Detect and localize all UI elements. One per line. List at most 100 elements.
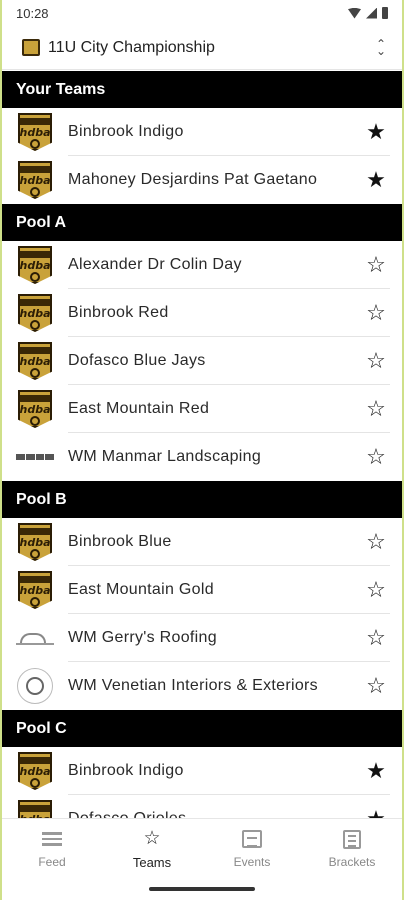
hdba-shield-icon: hdba: [18, 523, 52, 561]
shield-band: [20, 528, 50, 535]
signal-icon: [366, 7, 377, 19]
status-time: 10:28: [16, 5, 49, 21]
shield-band: [20, 251, 50, 258]
hdba-shield-icon: hdba: [18, 571, 52, 609]
shield-text: hdba: [19, 259, 51, 272]
team-name: WM Venetian Interiors & Exteriors: [68, 677, 318, 694]
favorite-star-outline-icon[interactable]: ☆: [356, 625, 396, 651]
team-name: Dofasco Blue Jays: [68, 352, 206, 369]
nav-tab-teams[interactable]: ☆ Teams: [102, 819, 202, 879]
favorite-star-filled-icon[interactable]: ★: [356, 758, 396, 784]
bottom-navigation: Feed ☆ Teams Events Brackets: [2, 818, 402, 900]
favorite-star-filled-icon[interactable]: ★: [356, 806, 396, 818]
scoreboard-glyph: [242, 830, 262, 848]
shield-text: hdba: [19, 355, 51, 368]
team-name: Binbrook Indigo: [68, 762, 184, 779]
section-header: Pool A: [2, 204, 402, 241]
hdba-shield-icon: hdba: [18, 800, 52, 818]
battery-icon: [382, 7, 388, 19]
team-logo-icon: hdba: [16, 246, 54, 284]
event-selector[interactable]: 11U City Championship ⌃ ⌄: [2, 26, 402, 70]
team-row[interactable]: hdba Binbrook Indigo ★: [2, 108, 402, 156]
shield-band: [20, 118, 50, 125]
nav-tab-brackets[interactable]: Brackets: [302, 819, 402, 879]
shield-band: [20, 166, 50, 173]
team-logo-icon: hdba: [16, 113, 54, 151]
favorite-star-outline-icon[interactable]: ☆: [356, 348, 396, 374]
team-row[interactable]: hdba Dofasco Blue Jays ☆: [2, 337, 402, 385]
selector-arrows-icon[interactable]: ⌃ ⌄: [376, 38, 386, 57]
star-icon: ☆: [143, 828, 161, 849]
favorite-star-outline-icon[interactable]: ☆: [356, 529, 396, 555]
shield-text: hdba: [19, 126, 51, 139]
team-row[interactable]: hdba Alexander Dr Colin Day ☆: [2, 241, 402, 289]
team-row[interactable]: hdba Mahoney Desjardins Pat Gaetano ★: [2, 156, 402, 204]
team-row[interactable]: hdba Binbrook Indigo ★: [2, 747, 402, 795]
nav-tab-events[interactable]: Events: [202, 819, 302, 879]
basketball-icon: [30, 597, 40, 607]
wordmark-logo-icon: [16, 453, 54, 461]
hdba-shield-icon: hdba: [18, 294, 52, 332]
team-logo-icon: hdba: [16, 523, 54, 561]
circle-logo-icon: [17, 668, 53, 704]
nav-label: Teams: [132, 854, 172, 870]
bracket-list-glyph: [343, 829, 361, 849]
nav-label: Brackets: [328, 855, 376, 869]
favorite-star-filled-icon[interactable]: ★: [356, 167, 396, 193]
team-row[interactable]: hdba Dofasco Orioles★: [2, 795, 402, 818]
nav-label: Events: [233, 855, 271, 869]
nav-label: Feed: [38, 855, 66, 869]
team-row[interactable]: WM Gerry's Roofing ☆: [2, 614, 402, 662]
feed-glyph: [42, 832, 62, 846]
status-bar: 10:28: [2, 0, 402, 26]
shield-text: hdba: [19, 584, 51, 597]
basketball-icon: [30, 272, 40, 282]
favorite-star-outline-icon[interactable]: ☆: [356, 252, 396, 278]
team-row[interactable]: hdba East Mountain Gold ☆: [2, 566, 402, 614]
team-logo-icon: hdba: [16, 294, 54, 332]
team-name: WM Gerry's Roofing: [68, 629, 217, 646]
section-header: Pool C: [2, 710, 402, 747]
event-title: 11U City Championship: [48, 38, 215, 56]
team-row[interactable]: WM Manmar Landscaping ☆: [2, 433, 402, 481]
team-name: Binbrook Blue: [68, 533, 172, 550]
section-header: Your Teams: [2, 71, 402, 108]
basketball-icon: [30, 187, 40, 197]
team-name: Dofasco Orioles: [68, 810, 356, 818]
event-logo-icon: [22, 39, 40, 56]
team-logo-icon: hdba: [16, 342, 54, 380]
team-logo-icon: [16, 667, 54, 705]
basketball-icon: [30, 416, 40, 426]
team-list[interactable]: Your Teams hdba Binbrook Indigo ★ hdba Mahone…: [2, 71, 402, 818]
shield-text: hdba: [19, 536, 51, 549]
favorite-star-outline-icon[interactable]: ☆: [356, 673, 396, 699]
favorite-star-outline-icon[interactable]: ☆: [356, 300, 396, 326]
team-row[interactable]: WM Venetian Interiors & Exteriors ☆: [2, 662, 402, 710]
shield-band: [20, 805, 50, 812]
team-name: Mahoney Desjardins Pat Gaetano: [68, 171, 318, 188]
shield-band: [20, 757, 50, 764]
favorite-star-outline-icon[interactable]: ☆: [356, 577, 396, 603]
team-row[interactable]: hdba Binbrook Red ☆: [2, 289, 402, 337]
roof-logo-icon: [16, 629, 54, 647]
favorite-star-outline-icon[interactable]: ☆: [356, 396, 396, 422]
basketball-icon: [30, 320, 40, 330]
wifi-icon: [348, 7, 361, 19]
hdba-shield-icon: hdba: [18, 342, 52, 380]
basketball-icon: [30, 549, 40, 559]
team-row[interactable]: hdba East Mountain Red ☆: [2, 385, 402, 433]
shield-band: [20, 299, 50, 306]
nav-tab-feed[interactable]: Feed: [2, 819, 102, 879]
favorite-star-filled-icon[interactable]: ★: [356, 119, 396, 145]
favorite-star-outline-icon[interactable]: ☆: [356, 444, 396, 470]
home-indicator: [149, 887, 255, 891]
shield-band: [20, 576, 50, 583]
team-name: East Mountain Red: [68, 400, 210, 417]
hdba-shield-icon: hdba: [18, 390, 52, 428]
scoreboard-icon: [242, 829, 262, 849]
team-name: East Mountain Gold: [68, 581, 214, 598]
status-icons: [348, 7, 388, 19]
team-logo-icon: hdba: [16, 752, 54, 790]
bracket-list-icon: [343, 829, 361, 849]
team-row[interactable]: hdba Binbrook Blue ☆: [2, 518, 402, 566]
